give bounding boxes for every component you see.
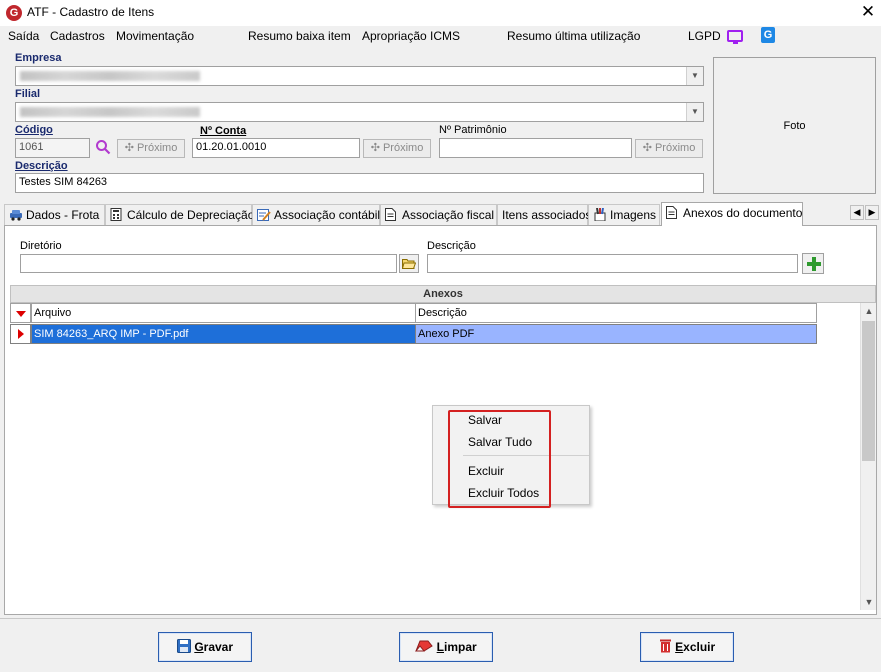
folder-open-icon[interactable] <box>399 254 419 273</box>
row-indicator[interactable] <box>10 324 31 344</box>
tab-associacao-contabil[interactable]: Associação contábil <box>252 204 380 225</box>
limpar-hotkey: L <box>436 640 444 654</box>
document-icon <box>666 205 679 219</box>
filial-redacted-value <box>20 107 200 117</box>
nconta-label: Nº Conta <box>200 125 246 137</box>
column-header-arquivo[interactable]: Arquivo <box>31 303 416 323</box>
tab-dados-frota-label: Dados - Frota <box>26 208 100 222</box>
tab-itens-associados-label: Itens associados <box>502 208 592 222</box>
excluir-label: xcluir <box>683 640 716 654</box>
paint-icon <box>593 207 606 222</box>
nconta-proximo-label: Próximo <box>382 142 424 154</box>
nconta-input[interactable]: 01.20.01.0010 <box>192 138 360 158</box>
gravar-button[interactable]: Gravar <box>158 632 252 662</box>
diretorio-input[interactable] <box>20 254 397 273</box>
tab-scroll-left-icon[interactable]: ◀ <box>850 205 864 220</box>
anexo-descricao-label: Descrição <box>427 240 476 252</box>
scrollbar-thumb[interactable] <box>862 321 875 461</box>
anexos-grid-title: Anexos <box>10 285 876 303</box>
diretorio-label: Diretório <box>20 240 62 252</box>
floppy-disk-icon <box>176 639 191 653</box>
descricao-input[interactable]: Testes SIM 84263 <box>15 173 704 193</box>
current-row-icon <box>18 329 24 339</box>
menu-cadastros[interactable]: Cadastros <box>50 29 105 43</box>
codigo-proximo-label: Próximo <box>136 142 178 154</box>
filial-label: Filial <box>15 88 41 100</box>
grid-indicator-header <box>10 303 31 323</box>
tab-itens-associados[interactable]: Itens associados <box>497 204 592 225</box>
nconta-label-text: Nº Conta <box>200 125 247 137</box>
menu-lgpd[interactable]: LGPD <box>688 29 721 43</box>
scroll-down-icon[interactable]: ▼ <box>861 594 877 610</box>
window-title: ATF - Cadastro de Itens <box>27 5 155 19</box>
menu-movimentacao[interactable]: Movimentação <box>116 29 194 43</box>
g-app-icon[interactable]: G <box>761 27 775 43</box>
sort-indicator-icon <box>16 311 26 317</box>
chevron-down-icon[interactable]: ▼ <box>686 103 703 121</box>
gravar-label: ravar <box>203 640 234 654</box>
tab-calculo-depreciacao[interactable]: Cálculo de Depreciação <box>105 204 255 225</box>
document-icon <box>385 207 398 221</box>
highlight-annotation-box <box>448 410 551 508</box>
patrimonio-label: Nº Patrimônio <box>439 124 507 136</box>
tab-associacao-fiscal-label: Associação fiscal <box>402 208 495 222</box>
car-icon <box>9 207 22 221</box>
patrimonio-proximo-button[interactable]: ✣ Próximo <box>635 139 703 158</box>
empresa-select[interactable]: ▼ <box>15 66 704 86</box>
menu-resumo-baixa-item[interactable]: Resumo baixa item <box>248 29 351 43</box>
footer-separator <box>0 618 881 619</box>
grid-vertical-scrollbar[interactable]: ▲ ▼ <box>860 303 876 610</box>
photo-box[interactable]: Foto <box>713 57 876 194</box>
tab-scroll-right-icon[interactable]: ▶ <box>865 205 879 220</box>
empresa-redacted-value <box>20 71 200 81</box>
tab-imagens-label: Imagens <box>610 208 657 222</box>
menu-resumo-ultima-utilizacao[interactable]: Resumo última utilização <box>507 29 640 43</box>
edit-sheet-icon <box>257 207 271 221</box>
excluir-hotkey: E <box>675 640 684 654</box>
tab-associacao-fiscal[interactable]: Associação fiscal <box>380 204 497 225</box>
column-header-descricao[interactable]: Descrição <box>415 303 817 323</box>
descricao-label: Descrição <box>15 160 68 172</box>
codigo-label: Código <box>15 124 53 136</box>
chevron-down-icon[interactable]: ▼ <box>686 67 703 85</box>
gravar-hotkey: G <box>194 640 204 654</box>
codigo-input[interactable]: 1061 <box>15 138 90 158</box>
scroll-up-icon[interactable]: ▲ <box>861 303 877 319</box>
tab-strip: Dados - Frota Cálculo de Depreciação Ass… <box>4 202 881 226</box>
tab-anexos-documento-label: Anexos do documento <box>683 206 803 220</box>
eraser-icon <box>415 640 434 652</box>
limpar-button[interactable]: Limpar <box>399 632 493 662</box>
app-logo-icon: G <box>6 5 22 21</box>
tab-dados-frota[interactable]: Dados - Frota <box>4 204 105 225</box>
tab-imagens[interactable]: Imagens <box>588 204 660 225</box>
menu-saida[interactable]: Saída <box>8 29 39 43</box>
search-icon[interactable] <box>95 139 111 155</box>
menu-bar: Saída Cadastros Movimentação Resumo baix… <box>0 26 881 46</box>
monitor-icon[interactable] <box>727 30 743 44</box>
patrimonio-proximo-label: Próximo <box>654 142 696 154</box>
excluir-button[interactable]: Excluir <box>640 632 734 662</box>
nconta-proximo-button[interactable]: ✣ Próximo <box>363 139 431 158</box>
empresa-label: Empresa <box>15 52 62 64</box>
menu-apropriacao-icms[interactable]: Apropriação ICMS <box>362 29 460 43</box>
trash-icon <box>659 639 671 653</box>
calculator-icon <box>110 207 123 221</box>
limpar-label: impar <box>444 640 477 654</box>
tab-anexos-documento[interactable]: Anexos do documento <box>661 202 803 226</box>
tab-associacao-contabil-label: Associação contábil <box>274 208 381 222</box>
tab-calculo-depreciacao-label: Cálculo de Depreciação <box>127 208 255 222</box>
patrimonio-input[interactable] <box>439 138 632 158</box>
filial-select[interactable]: ▼ <box>15 102 704 122</box>
add-anexo-button[interactable] <box>802 253 824 274</box>
table-row-arquivo-cell[interactable]: SIM 84263_ARQ IMP - PDF.pdf <box>31 324 416 344</box>
table-row-descricao-cell[interactable]: Anexo PDF <box>415 324 817 344</box>
anexo-descricao-input[interactable] <box>427 254 798 273</box>
close-window-button[interactable]: ✕ <box>856 1 880 23</box>
codigo-proximo-button[interactable]: ✣ Próximo <box>117 139 185 158</box>
